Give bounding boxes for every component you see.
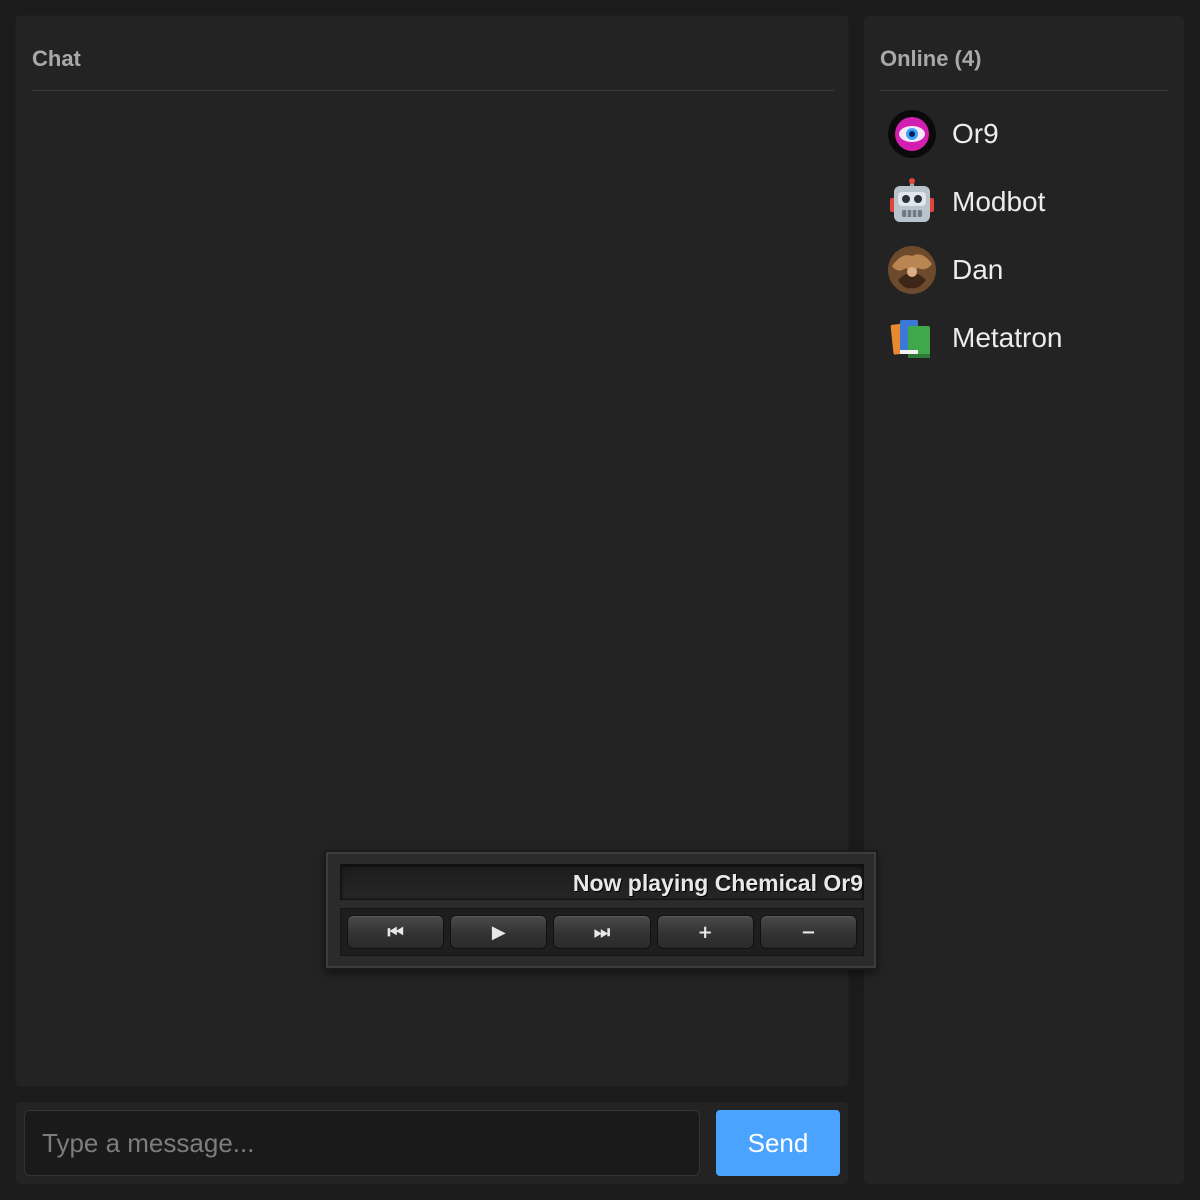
photo-avatar-icon — [888, 246, 936, 294]
now-playing-display: Now playing Chemical Or9 — [340, 864, 864, 900]
player-controls: ⏮ ▶ ⏭ + − — [340, 908, 864, 956]
message-composer: Send — [16, 1102, 848, 1184]
volume-up-button[interactable]: + — [656, 915, 754, 949]
online-user-list: Or9 Modbot Dan Metatron — [888, 100, 1063, 372]
chat-divider — [32, 90, 834, 91]
previous-track-button[interactable]: ⏮ — [347, 915, 445, 949]
books-avatar-icon — [888, 314, 936, 362]
user-name: Metatron — [952, 322, 1063, 353]
user-name: Dan — [952, 254, 1004, 285]
online-user[interactable]: Or9 — [888, 100, 1063, 168]
online-panel: Online (4) Or9 Modbot Dan Metatron — [864, 16, 1184, 1184]
play-button[interactable]: ▶ — [450, 915, 548, 949]
send-button[interactable]: Send — [716, 1110, 840, 1176]
online-divider — [880, 90, 1168, 91]
next-track-button[interactable]: ⏭ — [553, 915, 651, 949]
online-user[interactable]: Modbot — [888, 168, 1063, 236]
online-user[interactable]: Metatron — [888, 304, 1063, 372]
chat-title: Chat — [32, 46, 81, 71]
robot-avatar-icon — [888, 178, 936, 226]
eye-avatar-icon — [888, 110, 936, 158]
online-user[interactable]: Dan — [888, 236, 1063, 304]
user-name: Modbot — [952, 186, 1046, 217]
now-playing-text: Now playing Chemical Or9 — [572, 870, 863, 896]
online-title: Online (4) — [880, 46, 982, 71]
user-name: Or9 — [952, 118, 999, 149]
message-input[interactable] — [24, 1110, 700, 1176]
music-player[interactable]: Now playing Chemical Or9 ⏮ ▶ ⏭ + − — [326, 852, 876, 968]
volume-down-button[interactable]: − — [759, 915, 858, 949]
